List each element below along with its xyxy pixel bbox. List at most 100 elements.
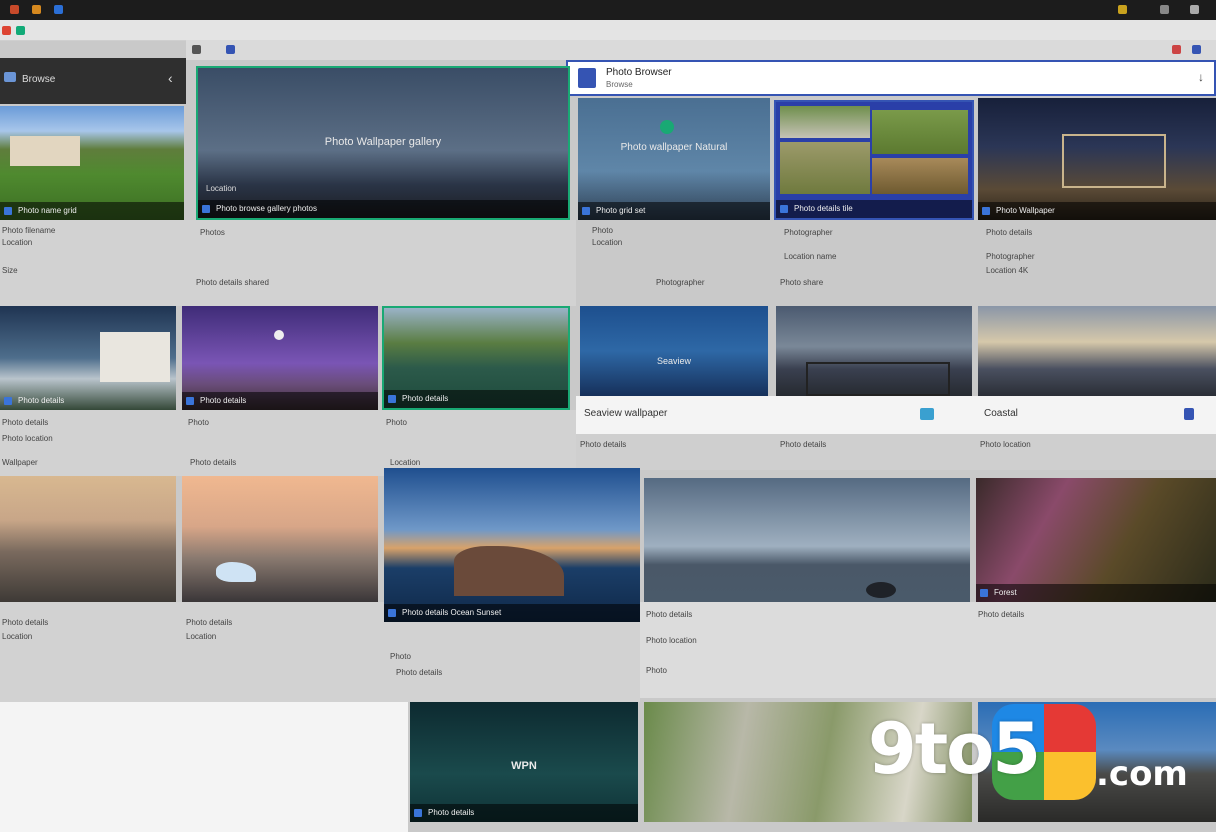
tab-icon[interactable] — [16, 26, 25, 35]
tile-meta: Photo details — [186, 618, 233, 627]
tile-meta: Wallpaper — [2, 458, 38, 467]
tile-caption: Photo Wallpaper — [978, 202, 1216, 220]
profile-icon[interactable] — [1184, 408, 1194, 420]
tile-meta: Size — [2, 266, 18, 275]
photo-tile[interactable]: WPN Photo details — [410, 702, 638, 822]
tile-meta: Location — [2, 632, 33, 641]
address-bar[interactable] — [186, 40, 1216, 60]
photo-tile[interactable]: Seaview — [580, 306, 768, 396]
tile-caption: Photo details — [410, 804, 638, 822]
home-icon[interactable] — [32, 5, 41, 14]
photo-tile[interactable]: Photo details — [182, 306, 378, 410]
tile-meta: Photo details shared — [196, 278, 269, 287]
tile-meta: Photo location — [980, 440, 1031, 449]
tile-meta: Location — [186, 632, 217, 641]
photo-tile[interactable]: Forest — [976, 478, 1216, 602]
tile-caption: Photo details — [0, 392, 176, 410]
tile-small-title: Location — [206, 184, 237, 193]
collage-image — [780, 142, 870, 194]
photo-tile[interactable] — [978, 306, 1216, 396]
tile-meta: Photo details — [986, 228, 1033, 237]
tile-meta: Photo filename — [2, 226, 56, 235]
settings-icon[interactable] — [1118, 5, 1127, 14]
rock-shape — [866, 582, 896, 598]
top-menu-bar — [0, 0, 1216, 20]
tab-icon[interactable] — [226, 45, 235, 54]
collage-image — [872, 110, 968, 154]
tile-caption: Photo details tile — [776, 200, 972, 218]
tab-bar — [0, 20, 1216, 41]
tile-meta: Location name — [784, 252, 837, 261]
tile-caption: Photo details — [384, 390, 568, 408]
moon-icon — [274, 330, 284, 340]
tile-meta: Photo — [386, 418, 407, 427]
tile-overlay-text: Photo Wallpaper gallery — [324, 136, 442, 148]
cabin-shape — [1062, 134, 1166, 188]
photo-tile[interactable]: Photo name grid — [0, 106, 184, 220]
tile-overlay-text: Photo wallpaper Natural — [620, 142, 728, 153]
tile-meta: Photo details — [780, 440, 827, 449]
deck-shape — [806, 362, 950, 396]
cliff-shape — [454, 546, 564, 596]
share-icon[interactable] — [920, 408, 934, 420]
folder-icon — [4, 72, 16, 82]
sidebar-header: Browse ‹ — [0, 58, 186, 104]
info-panel — [640, 602, 1216, 698]
tile-caption-text: Coastal — [984, 408, 1018, 419]
tile-meta: Photo — [646, 666, 667, 675]
close-window-icon[interactable]: ↓ — [1198, 70, 1204, 84]
wifi-icon[interactable] — [1160, 5, 1169, 14]
info-panel — [576, 434, 1216, 470]
tile-meta: Photo details — [978, 610, 1025, 619]
photo-tile[interactable] — [0, 476, 176, 602]
tile-caption: Forest — [976, 584, 1216, 602]
photo-tile-selected[interactable]: Photo Wallpaper gallery Location Photo b… — [196, 66, 570, 220]
tile-meta: Location — [390, 458, 421, 467]
close-icon[interactable] — [2, 26, 11, 35]
window-title: Photo Browser — [606, 67, 672, 78]
caption-strip — [576, 396, 1216, 434]
tile-caption: Photo name grid — [0, 202, 184, 220]
battery-icon[interactable] — [1190, 5, 1199, 14]
play-icon[interactable] — [660, 120, 674, 134]
photo-tile[interactable]: Photo details tile — [774, 100, 974, 220]
watermark-logo: 9to5 .com — [868, 704, 1198, 804]
tile-meta: Photo details — [190, 458, 237, 467]
tile-meta: Photographer — [986, 252, 1035, 261]
tile-caption: Photo browse gallery photos — [198, 200, 568, 218]
nav-icon[interactable] — [192, 45, 201, 54]
photo-tile[interactable]: Photo details — [0, 306, 176, 410]
collage-image — [780, 106, 870, 138]
photo-tile[interactable] — [776, 306, 972, 396]
photo-tile[interactable]: Photo Wallpaper — [978, 98, 1216, 220]
tile-meta: Photo — [592, 226, 613, 235]
browser-icon[interactable] — [54, 5, 63, 14]
extension-icon[interactable] — [1172, 45, 1181, 54]
info-panel — [0, 220, 576, 306]
bird-shape — [216, 562, 256, 582]
back-icon[interactable]: ‹ — [168, 70, 173, 86]
tile-meta: Photo location — [646, 636, 697, 645]
photo-tile[interactable] — [182, 476, 378, 602]
house-shape — [100, 332, 170, 382]
photo-tile[interactable]: Photo wallpaper Natural Photo grid set — [578, 98, 770, 220]
photo-tile-selected[interactable]: Photo details — [382, 306, 570, 410]
tile-meta: Location 4K — [986, 266, 1029, 275]
window-app-icon — [578, 68, 596, 88]
tile-caption: Photo details — [182, 392, 378, 410]
empty-area — [0, 702, 408, 832]
photo-tile[interactable] — [644, 478, 970, 602]
app-icon[interactable] — [10, 5, 19, 14]
tile-meta: Photo details — [2, 418, 49, 427]
window-header: Photo Browser Browse ↓ — [566, 60, 1216, 96]
sidebar-title: Browse — [22, 74, 56, 85]
tile-meta: Photo — [188, 418, 209, 427]
tile-meta: Location — [2, 238, 33, 247]
tile-caption: Photo details Ocean Sunset — [384, 604, 640, 622]
tile-meta: Photo details — [2, 618, 49, 627]
photo-tile[interactable]: Photo details Ocean Sunset — [384, 468, 640, 622]
tile-meta: Photographer — [784, 228, 833, 237]
tile-meta: Photographer — [656, 278, 705, 287]
profile-icon[interactable] — [1192, 45, 1201, 54]
tile-meta: Photo — [390, 652, 411, 661]
